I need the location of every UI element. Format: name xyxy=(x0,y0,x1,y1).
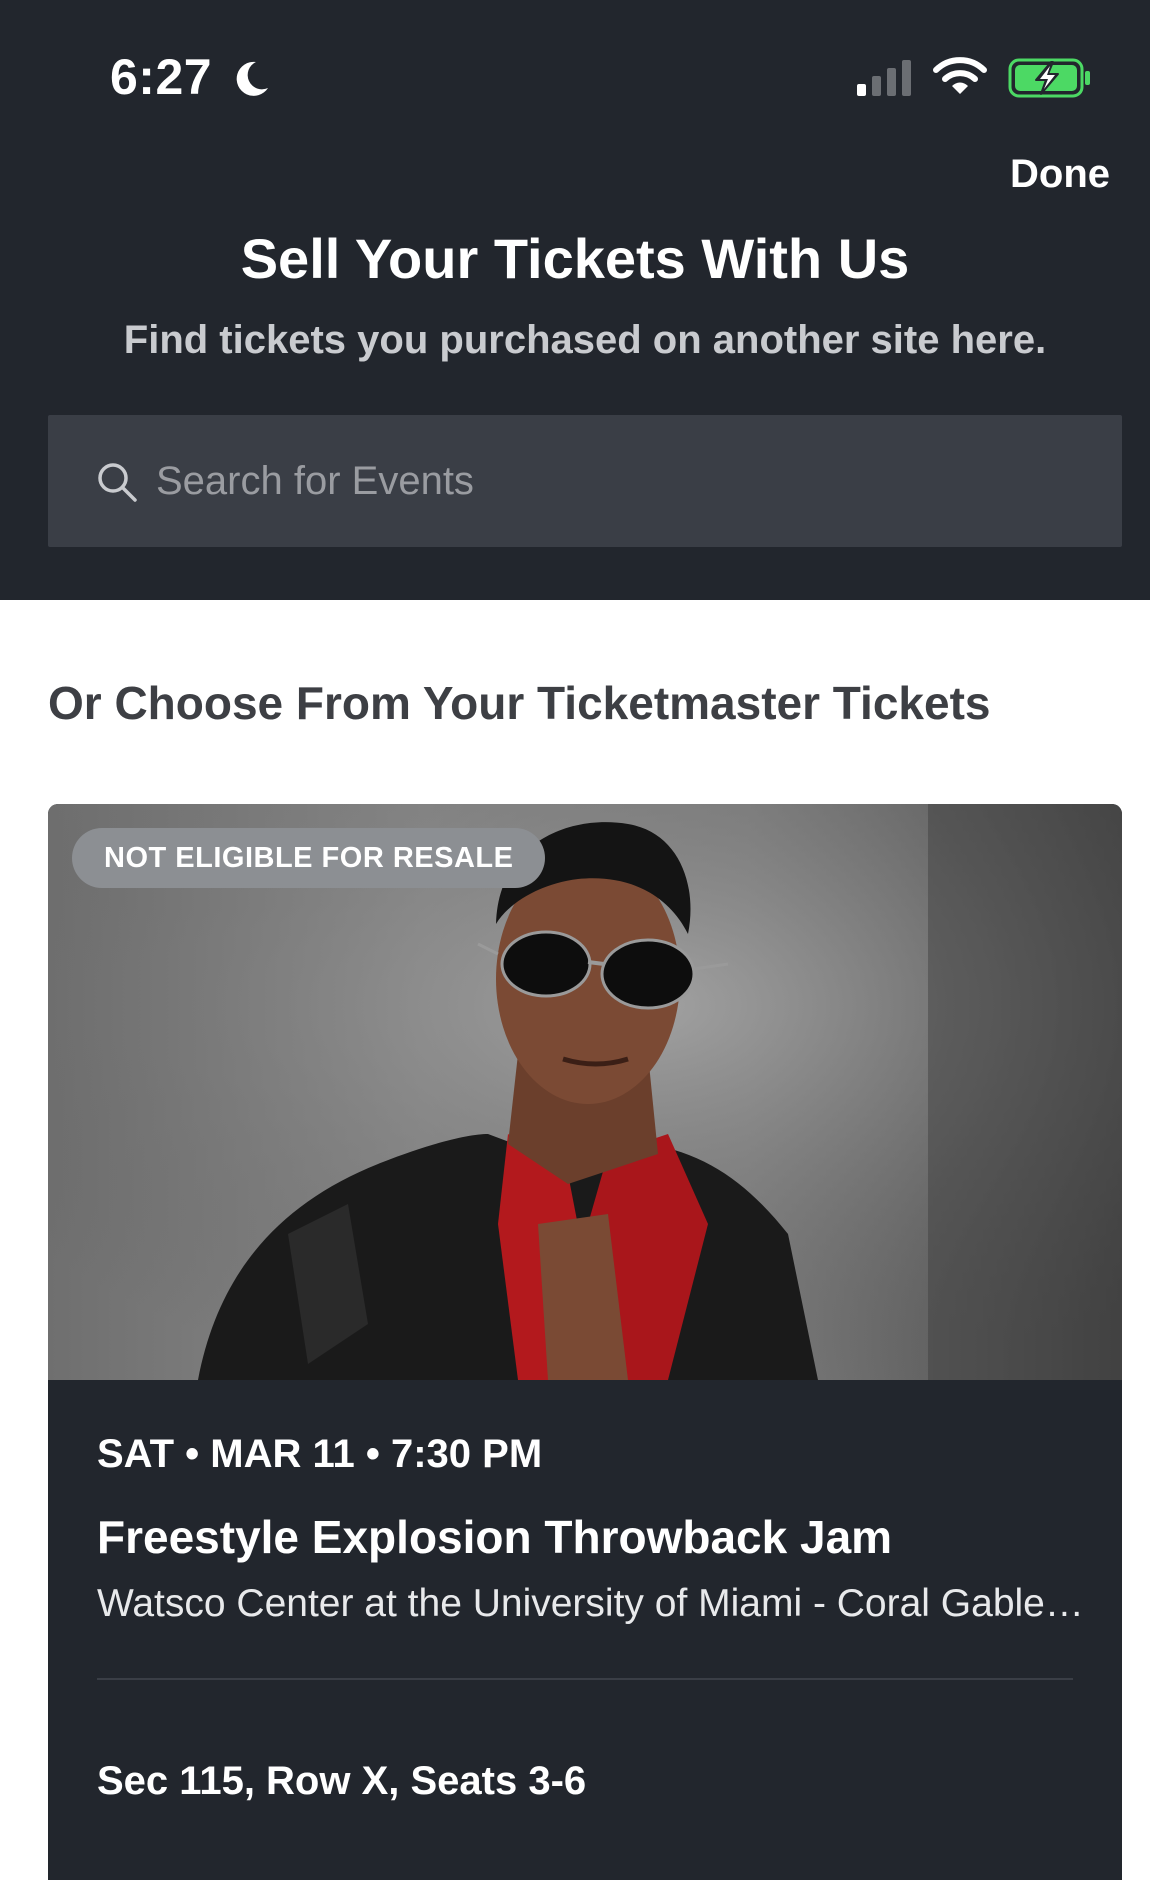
sell-tickets-screen: 6:27 Done Sell Your Tickets With Us Find… xyxy=(0,0,1150,1880)
moon-icon xyxy=(236,61,268,96)
done-button[interactable]: Done xyxy=(1010,152,1110,197)
artist-photo xyxy=(48,804,1122,1380)
status-time: 6:27 xyxy=(110,49,213,105)
event-venue: Watsco Center at the University of Miami… xyxy=(97,1582,1087,1625)
search-icon xyxy=(98,463,137,502)
page-subtitle: Find tickets you purchased on another si… xyxy=(123,318,1047,362)
status-bar: 6:27 xyxy=(0,0,1150,150)
event-date: SAT • MAR 11 • 7:30 PM xyxy=(97,1432,543,1476)
section-title: Or Choose From Your Ticketmaster Tickets xyxy=(48,677,991,729)
search-bar[interactable] xyxy=(48,415,1122,547)
event-name: Freestyle Explosion Throwback Jam xyxy=(97,1511,893,1563)
event-seats: Sec 115, Row X, Seats 3-6 xyxy=(97,1759,587,1803)
resale-status-badge: NOT ELIGIBLE FOR RESALE xyxy=(72,828,546,888)
battery-charging-icon xyxy=(1008,58,1090,98)
header: 6:27 Done Sell Your Tickets With Us Find… xyxy=(0,0,1150,600)
wifi-icon xyxy=(933,57,987,94)
search-input[interactable] xyxy=(156,415,1096,547)
event-card[interactable]: NOT ELIGIBLE FOR RESALE SAT • MAR 11 • 7… xyxy=(48,804,1122,1880)
cellular-signal-icon xyxy=(857,60,911,96)
page-title: Sell Your Tickets With Us xyxy=(240,227,910,290)
card-divider xyxy=(97,1678,1073,1680)
event-image: NOT ELIGIBLE FOR RESALE xyxy=(48,804,1122,1380)
